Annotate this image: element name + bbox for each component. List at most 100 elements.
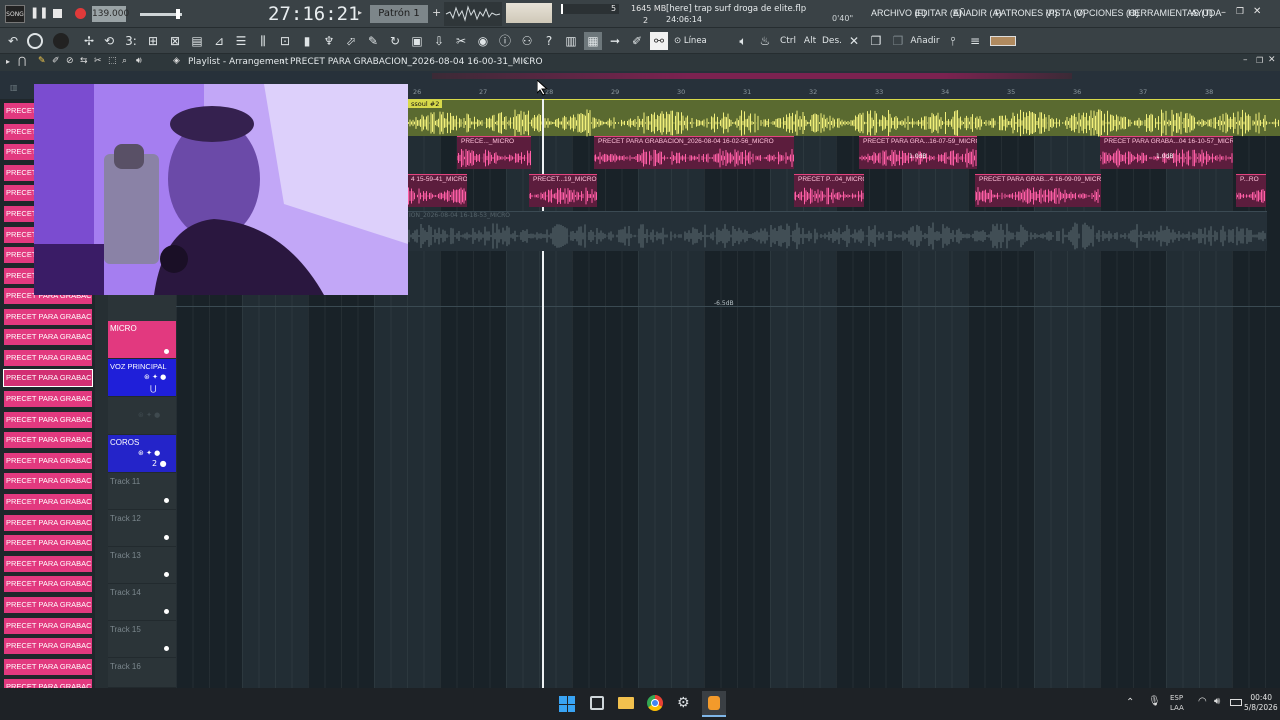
link-icon[interactable]: ⚇ <box>518 32 536 50</box>
delete-icon[interactable]: ✕ <box>845 32 863 50</box>
ctrl-button[interactable]: Ctrl <box>778 32 798 50</box>
fl-studio-icon[interactable] <box>702 691 726 717</box>
volume-icon[interactable]: 🔊︎ <box>1214 696 1220 707</box>
tempo-knob-icon[interactable] <box>26 32 44 50</box>
picker-item[interactable]: PRECET PARA GRABACION... <box>4 411 92 428</box>
picker-item[interactable]: PRECET PARA GRABACION... <box>4 638 92 655</box>
metronome-icon[interactable]: ⊞ <box>144 32 162 50</box>
slip-tool-icon[interactable]: ⇆ <box>80 56 88 66</box>
zoom-tool-icon[interactable]: ⌕ <box>122 56 127 66</box>
audio-clip-micro-8[interactable]: PRECET PARA GRAB...4 16-09-09_MICRO <box>975 174 1101 207</box>
language-indicator[interactable]: ESP LAA <box>1170 693 1184 713</box>
track-header-12[interactable]: Track 12 <box>108 510 176 547</box>
track-header-16[interactable]: Track 16 <box>108 658 176 688</box>
track-led-icon[interactable] <box>164 609 169 614</box>
breadcrumb[interactable]: PRECET PARA GRABACION_2026-08-04 16-00-3… <box>290 57 543 67</box>
plugin-icon[interactable]: ♆ <box>320 32 338 50</box>
picker-item[interactable]: PRECET PARA GRABACION... <box>4 597 92 613</box>
picker-item[interactable]: PRECET PARA GRABACION... <box>4 576 92 593</box>
alt-button[interactable]: Alt <box>800 32 820 50</box>
track-led-icon[interactable] <box>164 572 169 577</box>
slice-tool-icon[interactable]: ✂ <box>94 56 102 66</box>
chain-icon[interactable]: ⚯ <box>650 32 668 50</box>
audio-clip-micro-9[interactable]: P...RO <box>1236 174 1266 207</box>
draw-tool-icon[interactable]: ✎ <box>38 56 46 66</box>
track-led-icon[interactable] <box>164 535 169 540</box>
stop-button[interactable] <box>53 9 62 18</box>
mixer-icon[interactable]: ▮ <box>298 32 316 50</box>
song-mode-button[interactable]: SONG <box>5 5 25 23</box>
track-led-icon[interactable] <box>164 349 169 354</box>
info-icon[interactable]: ⓘ <box>496 32 514 50</box>
mute-tool-icon[interactable]: ⊘ <box>66 56 74 66</box>
track-led-icon[interactable] <box>164 646 169 651</box>
track-header-empty[interactable]: ⊛ ✦ ● <box>108 397 176 435</box>
undo-icon[interactable]: ↶ <box>4 32 22 50</box>
refresh-icon[interactable]: ↻ <box>386 32 404 50</box>
copy-icon[interactable]: ❐ <box>867 32 885 50</box>
panel-close-icon[interactable]: ✕ <box>1268 55 1276 65</box>
restore-icon[interactable]: ❐ <box>1236 7 1244 17</box>
master-volume-slider[interactable] <box>140 9 182 19</box>
picker-item[interactable]: PRECET PARA GRABACION... <box>3 369 93 388</box>
play-pattern-icon[interactable]: ▸ <box>358 8 362 17</box>
picker-item[interactable]: PRECET PARA GRABACION... <box>4 391 92 407</box>
wifi-icon[interactable]: ◠ <box>1198 696 1207 707</box>
snap-mode-select[interactable]: ⊙ Línea <box>674 34 728 48</box>
paint-tool-icon[interactable]: ✐ <box>52 56 60 66</box>
audio-clip-muted[interactable]: ION_2026-08-04 16-18-53_MICRO <box>407 211 1267 251</box>
tray-chevron-icon[interactable]: ⌃ <box>1126 697 1134 708</box>
picker-item[interactable]: PRECET PARA GRABACION... <box>4 473 92 490</box>
add-button[interactable]: Añadir <box>910 32 940 50</box>
marker-icon[interactable]: ⫯ <box>944 32 962 50</box>
pencil-icon[interactable]: ✐ <box>628 32 646 50</box>
cut-icon[interactable]: ✂ <box>452 32 470 50</box>
piano-roll-icon[interactable]: ⫼ <box>254 32 272 50</box>
audio-clip-micro-1[interactable]: PRECE..._MICRO <box>457 136 531 169</box>
mic-icon[interactable]: ◉ <box>474 32 492 50</box>
audio-clip-micro-6[interactable]: PRECET...19_MICRO <box>529 174 597 207</box>
overview-icon[interactable]: ▥ <box>10 83 18 92</box>
audio-clip-main[interactable]: ssoul #2 <box>407 99 1280 137</box>
audio-clip-micro-3[interactable]: PRECET PARA GRA...16-07-59_MICRO 1.0dB <box>859 136 977 169</box>
help-icon[interactable]: ? <box>540 32 558 50</box>
system-clock[interactable]: 00:40 5/8/2026 <box>1244 693 1278 713</box>
list-icon[interactable]: ▥ <box>562 32 580 50</box>
track-header-14[interactable]: Track 14 <box>108 584 176 621</box>
arrangement-icon[interactable]: ◈ <box>173 56 180 66</box>
chrome-icon[interactable] <box>647 695 663 711</box>
track-header-voz-principal[interactable]: VOZ PRINCIPAL ⊛ ✦ ● ⋃ <box>108 359 176 397</box>
playlist-arrow-icon[interactable]: ▸ <box>6 57 10 66</box>
channel-rack-icon[interactable]: ⊡ <box>276 32 294 50</box>
record-button[interactable] <box>75 8 86 19</box>
render-icon[interactable]: ⇩ <box>430 32 448 50</box>
task-view-icon[interactable] <box>590 696 604 710</box>
magnet-icon[interactable]: ⋂ <box>18 56 26 67</box>
picker-item[interactable]: PRECET PARA GRABACION... <box>4 329 92 346</box>
start-icon[interactable] <box>559 696 575 712</box>
arrow-right-icon[interactable]: ➞ <box>606 32 624 50</box>
panel-maximize-icon[interactable]: ❐ <box>1256 56 1263 65</box>
track-lock-icon[interactable]: ⋃ <box>150 384 157 393</box>
track-mute-icon[interactable]: ⊛ ✦ ● <box>144 373 166 381</box>
picker-item[interactable]: PRECET PARA GRABACION... <box>4 308 92 325</box>
browser-icon[interactable]: ⬀ <box>342 32 360 50</box>
stamp-icon[interactable]: ♨ <box>756 32 774 50</box>
track-header-13[interactable]: Track 13 <box>108 547 176 584</box>
pause-button[interactable]: ❚❚ <box>30 6 48 20</box>
track-header-micro[interactable]: MICRO <box>108 321 176 359</box>
select-tool-icon[interactable]: ⬚ <box>108 56 117 66</box>
paste-icon[interactable]: ❐ <box>889 32 907 50</box>
menu-icon[interactable]: ≡ <box>966 32 984 50</box>
picker-item[interactable]: PRECET PARA GRABACION... <box>4 452 92 469</box>
settings-app-icon[interactable]: ⚙ <box>677 695 693 711</box>
playback-tool-icon[interactable]: 🔊︎ <box>136 56 142 66</box>
audio-clip-micro-4[interactable]: PRECET PARA GRABA...04 16-10-57_MICRO 1.… <box>1100 136 1233 169</box>
feather-icon[interactable]: ✎ <box>364 32 382 50</box>
tray-mic-icon[interactable]: 🎙︎ <box>1148 696 1161 707</box>
countdown-icon[interactable]: ▤ <box>188 32 206 50</box>
deselect-button[interactable]: Des. <box>821 32 843 50</box>
window-icon[interactable] <box>990 36 1016 46</box>
picker-item[interactable]: PRECET PARA GRABACION... <box>4 555 92 572</box>
track-header-11[interactable]: Track 11 <box>108 473 176 510</box>
